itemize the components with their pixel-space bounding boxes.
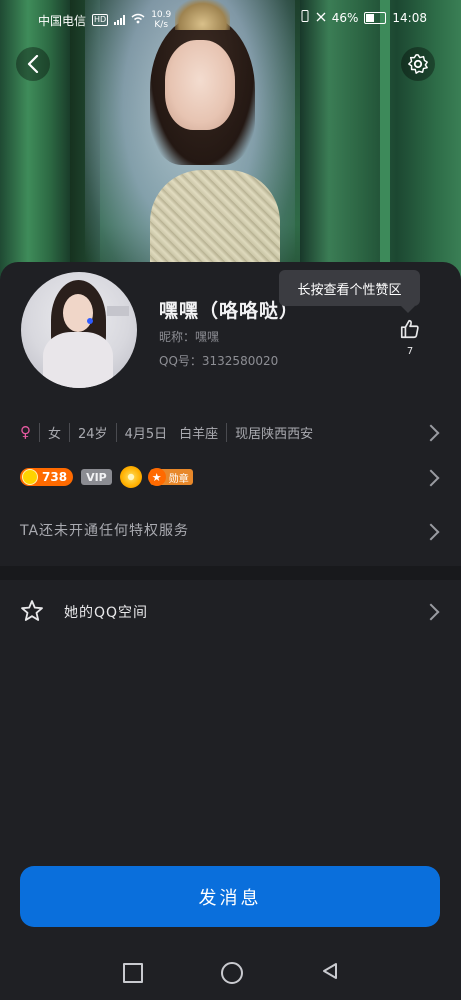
wifi-icon [131,13,145,27]
home-icon[interactable] [220,962,243,984]
face [165,40,235,130]
badge-row[interactable]: 738 VIP ★ 勋章 [20,465,193,489]
window-frame-left [0,0,70,300]
qzone-row[interactable]: 她的QQ空间 [0,581,461,643]
send-message-button[interactable]: 发消息 [20,866,440,927]
nickname-line: 昵称：嘿嘿 [159,330,220,344]
signal-icon [114,15,126,25]
avatar-background [107,306,129,316]
send-message-label: 发消息 [198,887,262,909]
chevron-left-icon [27,55,39,73]
battery-percent: 46% [331,10,359,25]
birthday-text: 4月5日 [115,422,172,442]
qq-level-badge: 738 [20,468,74,486]
medal-label: 勋章 [168,473,189,485]
vibrate-icon [300,10,310,25]
sun-badge-icon [119,466,142,488]
window-bar [380,0,390,300]
vip-badge: VIP [81,469,112,485]
back-button[interactable] [16,47,50,81]
star-icon: ★ [147,468,166,486]
location-text: 现居陕西西安 [226,422,321,442]
zodiac-text: 白羊座 [179,426,219,442]
settings-button[interactable] [401,47,435,81]
status-bar: 中国电信 HD 10.9 K/s 46% 14:08 [0,0,461,34]
basic-info-row[interactable]: ♀ 女 24岁 4月5日 白羊座 现居陕西西安 [20,419,440,445]
profile-screen: 中国电信 HD 10.9 K/s 46% 14:08 嘿嘿（咯咯哒） 昵称：嘿嘿… [0,0,461,1000]
like-count: 7 [406,346,414,357]
profile-name: 嘿嘿（咯咯哒） [159,300,300,322]
avatar[interactable] [21,272,137,388]
hd-badge: HD [92,14,109,26]
speed-unit: K/s [154,20,169,30]
avatar-phone [87,318,93,324]
battery-icon [364,11,387,24]
carrier-label: 中国电信 [38,13,87,28]
sun-icon [22,469,38,485]
section-divider [0,566,461,580]
system-nav-bar [0,946,461,1000]
tooltip-text: 长按查看个性赞区 [297,282,402,298]
alarm-icon [316,11,326,25]
like-button[interactable] [398,318,422,344]
recent-apps-icon[interactable] [122,963,143,983]
qzone-star-icon [20,599,44,627]
profile-cover-photo[interactable] [0,0,461,300]
gear-icon [408,54,428,74]
female-icon: ♀ [20,423,31,441]
back-triangle-icon[interactable] [321,962,339,984]
medal-badge: ★ 勋章 [147,468,193,486]
qq-number-line: QQ号：3132580020 [159,354,279,368]
thumbs-up-icon [400,319,419,339]
like-tooltip: 长按查看个性赞区 [279,270,420,313]
qq-level-value: 738 [42,470,68,484]
network-speed: 10.9 K/s [151,10,171,30]
clock: 14:08 [392,10,427,25]
qzone-chevron-icon [422,603,440,621]
speed-value: 10.9 [151,10,172,20]
avatar-face [63,294,93,332]
avatar-body [43,332,113,388]
privilege-text[interactable]: TA还未开通任何特权服务 [20,520,189,540]
gender-text: 女 [39,422,69,442]
qzone-label: 她的QQ空间 [64,605,149,621]
age-text: 24岁 [69,422,116,442]
